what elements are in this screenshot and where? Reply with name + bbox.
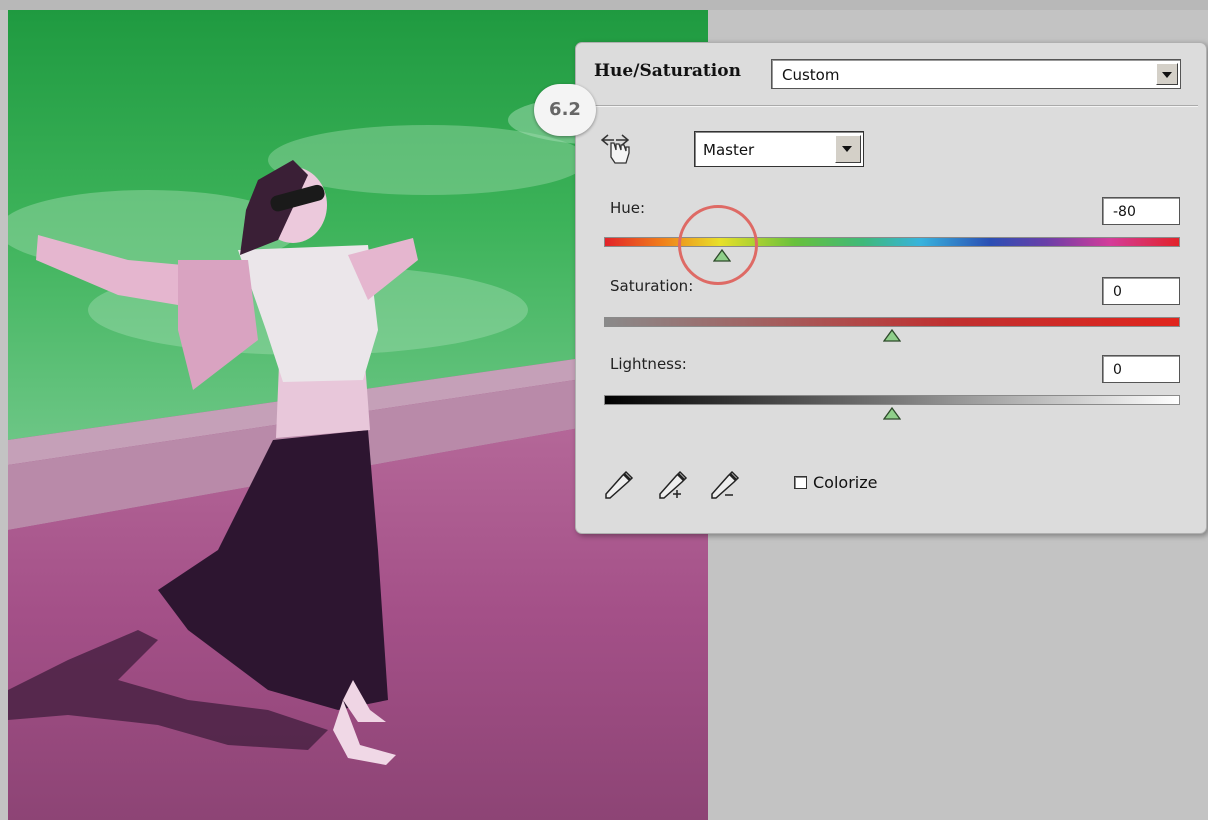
lightness-slider-track[interactable]	[604, 395, 1180, 405]
lightness-value-input[interactable]: 0	[1102, 355, 1180, 383]
saturation-slider-track[interactable]	[604, 317, 1180, 327]
chevron-down-icon[interactable]	[1156, 63, 1178, 85]
dialog-title: Hue/Saturation	[594, 61, 741, 81]
channel-value: Master	[703, 141, 755, 159]
chevron-down-icon[interactable]	[835, 135, 861, 163]
colorize-label: Colorize	[813, 473, 878, 492]
eyedropper-plus-icon[interactable]	[656, 468, 692, 502]
hue-saturation-dialog: Hue/Saturation Custom Master Hue: -80 Sa…	[575, 42, 1207, 534]
target-adjustment-hand-icon[interactable]	[598, 131, 636, 167]
top-strip	[0, 0, 1208, 10]
checkbox-box[interactable]	[794, 476, 807, 489]
colorize-checkbox[interactable]: Colorize	[794, 473, 877, 492]
saturation-label: Saturation:	[610, 277, 694, 295]
lightness-label: Lightness:	[610, 355, 687, 373]
preset-value: Custom	[782, 66, 840, 84]
eyedropper-minus-icon[interactable]	[708, 468, 744, 502]
hue-label: Hue:	[610, 199, 646, 217]
highlight-circle	[678, 205, 758, 285]
step-badge: 6.2	[534, 84, 596, 136]
saturation-value-input[interactable]: 0	[1102, 277, 1180, 305]
channel-dropdown[interactable]: Master	[694, 131, 864, 167]
eyedropper-icon[interactable]	[602, 468, 638, 502]
hue-value-input[interactable]: -80	[1102, 197, 1180, 225]
divider	[584, 105, 1198, 107]
preset-dropdown[interactable]: Custom	[771, 59, 1181, 89]
